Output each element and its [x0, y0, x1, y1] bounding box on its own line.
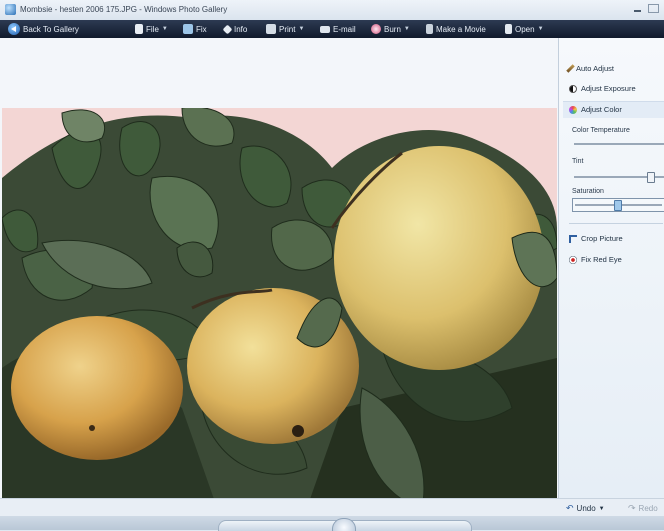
- chevron-down-icon: ▼: [537, 26, 544, 32]
- disc-icon: [371, 24, 381, 34]
- photo-oranges[interactable]: [2, 108, 557, 522]
- color-wheel-icon: [569, 105, 577, 114]
- chevron-down-icon: ▼: [298, 26, 305, 32]
- fix-icon: [183, 24, 193, 34]
- printer-icon: [266, 24, 276, 34]
- crop-icon: [569, 234, 577, 243]
- chevron-down-icon: ▼: [161, 26, 168, 32]
- bottom-bar: ↶ Undo ▼ ↷ Redo: [0, 498, 664, 517]
- undo-arrow-icon: ↶: [566, 503, 574, 513]
- title-bar: Mombsie - hesten 2006 175.JPG - Windows …: [0, 0, 664, 21]
- redo-arrow-icon: ↷: [628, 503, 636, 513]
- slideshow-button[interactable]: [332, 518, 356, 531]
- print-menu[interactable]: Print ▼: [266, 20, 304, 38]
- email-icon: [320, 25, 330, 33]
- adjust-exposure-label: Adjust Exposure: [581, 84, 636, 93]
- chevron-down-icon: ▼: [403, 26, 410, 32]
- maximize-button[interactable]: [648, 4, 659, 13]
- email-label: E-mail: [333, 24, 356, 34]
- fix-red-eye-label: Fix Red Eye: [581, 255, 622, 264]
- fix-pane: Auto Adjust Adjust Exposure Adjust Color…: [558, 38, 664, 498]
- control-bar: [0, 516, 664, 531]
- file-menu-label: File: [146, 24, 159, 34]
- make-a-movie-label: Make a Movie: [436, 24, 486, 34]
- adjust-exposure-button[interactable]: Adjust Exposure: [569, 84, 636, 93]
- undo-button[interactable]: ↶ Undo ▼: [566, 503, 605, 514]
- print-label: Print: [279, 24, 296, 34]
- auto-adjust-button[interactable]: Auto Adjust: [566, 64, 614, 73]
- info-button[interactable]: Info: [222, 20, 248, 38]
- pane-divider: [569, 223, 663, 224]
- photo-gallery-app-icon: [5, 4, 16, 15]
- back-to-gallery-label: Back To Gallery: [23, 24, 79, 34]
- tint-slider-thumb[interactable]: [647, 172, 655, 183]
- back-to-gallery-button[interactable]: Back To Gallery: [8, 20, 79, 38]
- chevron-down-icon[interactable]: ▼: [599, 506, 605, 512]
- fix-label: Fix: [196, 24, 207, 34]
- email-button[interactable]: E-mail: [320, 20, 356, 38]
- saturation-slider-box[interactable]: [572, 198, 664, 212]
- file-icon: [135, 24, 143, 34]
- back-arrow-icon: [8, 23, 20, 35]
- open-label: Open: [515, 24, 535, 34]
- redo-button[interactable]: ↷ Redo: [628, 503, 658, 514]
- orange-tree-photo: [2, 108, 557, 522]
- saturation-slider-thumb[interactable]: [614, 200, 622, 211]
- minimize-button[interactable]: [630, 2, 645, 15]
- burn-menu[interactable]: Burn ▼: [371, 20, 410, 38]
- auto-adjust-label: Auto Adjust: [576, 64, 614, 73]
- open-icon: [505, 24, 512, 34]
- crop-picture-button[interactable]: Crop Picture: [569, 234, 623, 243]
- redo-label: Redo: [638, 504, 658, 513]
- open-menu[interactable]: Open ▼: [505, 20, 544, 38]
- fix-red-eye-button[interactable]: Fix Red Eye: [569, 255, 622, 264]
- tint-label: Tint: [572, 158, 584, 165]
- color-temperature-label: Color Temperature: [572, 127, 630, 134]
- saturation-label: Saturation: [572, 188, 604, 195]
- eye-icon: [569, 255, 577, 264]
- crop-picture-label: Crop Picture: [581, 234, 623, 243]
- movie-icon: [426, 24, 433, 34]
- make-a-movie-button[interactable]: Make a Movie: [426, 20, 486, 38]
- color-temperature-slider[interactable]: [574, 143, 664, 145]
- window-title: Mombsie - hesten 2006 175.JPG - Windows …: [20, 5, 228, 14]
- info-icon: [222, 24, 233, 34]
- wand-icon: [566, 64, 575, 73]
- burn-label: Burn: [384, 24, 401, 34]
- exposure-icon: [569, 84, 577, 93]
- info-label: Info: [234, 24, 248, 34]
- command-bar: Back To Gallery File ▼ Fix Info Print ▼ …: [0, 20, 664, 38]
- undo-label: Undo: [576, 504, 596, 513]
- photo-viewer: [0, 38, 558, 522]
- file-menu[interactable]: File ▼: [135, 20, 168, 38]
- adjust-color-label: Adjust Color: [581, 105, 622, 114]
- tint-slider[interactable]: [574, 172, 664, 183]
- adjust-color-button[interactable]: Adjust Color: [569, 105, 622, 114]
- fix-button[interactable]: Fix: [183, 20, 207, 38]
